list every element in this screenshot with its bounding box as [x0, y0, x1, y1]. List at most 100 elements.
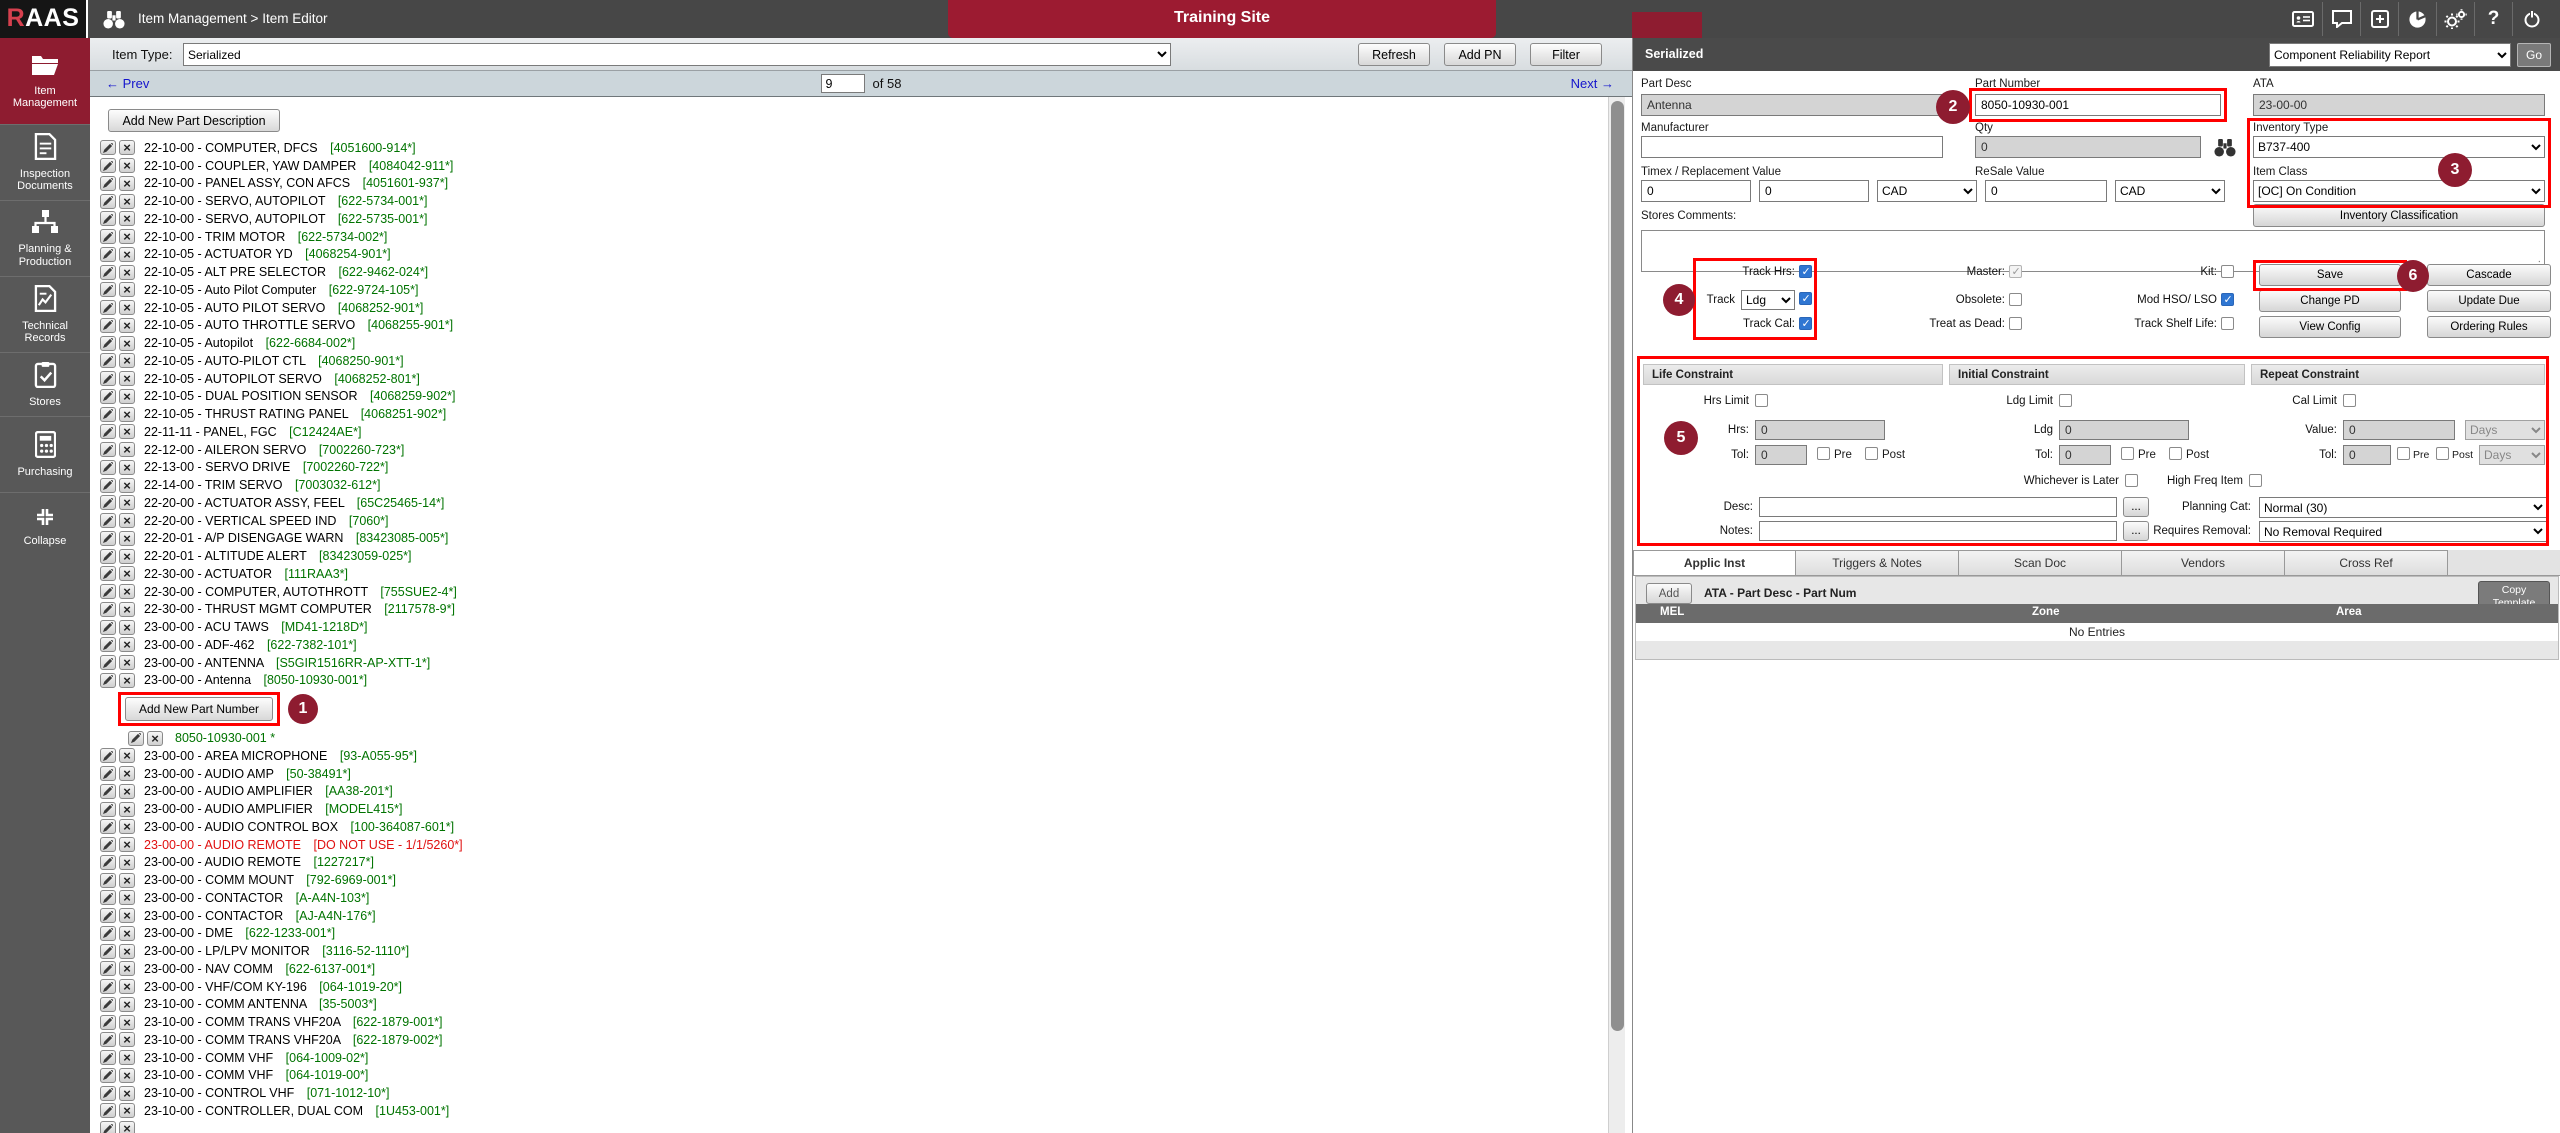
- edit-icon[interactable]: [100, 229, 116, 244]
- desc-field[interactable]: [1759, 497, 2117, 517]
- ldg-post-checkbox[interactable]: [2169, 447, 2182, 460]
- desc-browse-button[interactable]: ...: [2123, 497, 2149, 517]
- edit-icon[interactable]: [100, 336, 116, 351]
- part-desc[interactable]: 23-00-00 - AREA MICROPHONE [93-A055-95*]: [144, 749, 417, 763]
- inventory-classification-button[interactable]: Inventory Classification: [2253, 204, 2545, 227]
- part-desc[interactable]: 23-10-00 - CONTROL VHF [071-1012-10*]: [144, 1086, 389, 1100]
- delete-icon[interactable]: ×: [119, 158, 135, 173]
- delete-icon[interactable]: ×: [119, 318, 135, 333]
- tab-vendors[interactable]: Vendors: [2122, 550, 2285, 575]
- delete-icon[interactable]: ×: [119, 748, 135, 763]
- ldg-pre-checkbox[interactable]: [2121, 447, 2134, 460]
- delete-icon[interactable]: ×: [119, 997, 135, 1012]
- edit-icon[interactable]: [100, 784, 116, 799]
- notes-field[interactable]: [1759, 521, 2117, 541]
- edit-icon[interactable]: [100, 873, 116, 888]
- notes-browse-button[interactable]: ...: [2123, 521, 2149, 541]
- filter-button[interactable]: Filter: [1530, 43, 1602, 66]
- part-desc[interactable]: 23-00-00 - Antenna [8050-10930-001*]: [144, 673, 367, 687]
- part-desc[interactable]: 22-10-05 - AUTOPILOT SERVO [4068252-801*…: [144, 372, 420, 386]
- part-desc[interactable]: 23-00-00 - AUDIO AMPLIFIER [AA38-201*]: [144, 784, 393, 798]
- edit-icon[interactable]: [100, 353, 116, 368]
- cascade-button[interactable]: Cascade: [2427, 264, 2551, 286]
- cal-post-checkbox[interactable]: [2436, 447, 2449, 460]
- part-desc[interactable]: 23-00-00 - ACU TAWS [MD41-1218D*]: [144, 620, 367, 634]
- edit-icon[interactable]: [100, 855, 116, 870]
- edit-icon[interactable]: [100, 531, 116, 546]
- part-desc[interactable]: 23-00-00 - ADF-462 [622-7382-101*]: [144, 638, 357, 652]
- stock-search-binoculars-icon[interactable]: [2213, 138, 2237, 160]
- next-link[interactable]: Next →: [1571, 71, 1614, 96]
- edit-icon[interactable]: [100, 1103, 116, 1118]
- part-desc[interactable]: 22-10-05 - AUTO-PILOT CTL [4068250-901*]: [144, 354, 404, 368]
- add-new-part-number-button[interactable]: Add New Part Number: [125, 697, 273, 721]
- delete-icon[interactable]: ×: [119, 247, 135, 262]
- delete-icon[interactable]: ×: [119, 1050, 135, 1065]
- update-due-button[interactable]: Update Due: [2427, 290, 2551, 312]
- edit-icon[interactable]: [100, 802, 116, 817]
- delete-icon[interactable]: ×: [119, 1015, 135, 1030]
- add-pn-button[interactable]: Add PN: [1444, 43, 1516, 66]
- part-desc[interactable]: 22-20-01 - A/P DISENGAGE WARN [83423085-…: [144, 531, 448, 545]
- part-desc[interactable]: 22-10-05 - AUTO THROTTLE SERVO [4068255-…: [144, 318, 453, 332]
- view-config-button[interactable]: View Config: [2259, 316, 2401, 338]
- part-desc[interactable]: 22-10-05 - ALT PRE SELECTOR [622-9462-02…: [144, 265, 428, 279]
- delete-icon[interactable]: ×: [119, 602, 135, 617]
- edit-icon[interactable]: [100, 460, 116, 475]
- part-desc[interactable]: 22-10-00 - COMPUTER, DFCS [4051600-914*]: [144, 141, 416, 155]
- part-desc[interactable]: 22-10-05 - ACTUATOR YD [4068254-901*]: [144, 247, 391, 261]
- delete-icon[interactable]: ×: [119, 495, 135, 510]
- delete-icon[interactable]: ×: [119, 1121, 135, 1133]
- planning-cat-select[interactable]: Normal (30): [2259, 497, 2547, 518]
- part-desc[interactable]: 22-12-00 - AILERON SERVO [7002260-723*]: [144, 443, 404, 457]
- edit-icon[interactable]: [100, 318, 116, 333]
- edit-icon[interactable]: [100, 637, 116, 652]
- sidebar-item-purchasing[interactable]: Purchasing: [0, 416, 90, 492]
- part-desc[interactable]: 22-14-00 - TRIM SERVO [7003032-612*]: [144, 478, 380, 492]
- edit-icon[interactable]: [100, 424, 116, 439]
- delete-icon[interactable]: ×: [119, 819, 135, 834]
- sidebar-item-technical-records[interactable]: Technical Records: [0, 276, 90, 352]
- delete-icon[interactable]: ×: [119, 300, 135, 315]
- id-card-icon[interactable]: [2284, 2, 2322, 36]
- part-desc[interactable]: 22-20-01 - ALTITUDE ALERT [83423059-025*…: [144, 549, 412, 563]
- edit-icon[interactable]: [100, 620, 116, 635]
- part-desc[interactable]: 23-00-00 - AUDIO CONTROL BOX [100-364087…: [144, 820, 454, 834]
- delete-icon[interactable]: ×: [119, 282, 135, 297]
- delete-icon[interactable]: ×: [119, 460, 135, 475]
- part-desc[interactable]: 22-10-05 - Autopilot [622-6684-002*]: [144, 336, 355, 350]
- inventory-type-select[interactable]: B737-400: [2253, 136, 2545, 158]
- edit-icon[interactable]: [100, 961, 116, 976]
- timex-field-1[interactable]: [1641, 180, 1751, 202]
- part-desc[interactable]: 23-10-00 - COMM ANTENNA [35-5003*]: [144, 997, 377, 1011]
- part-desc[interactable]: 22-10-00 - COUPLER, YAW DAMPER [4084042-…: [144, 159, 453, 173]
- part-desc[interactable]: 22-10-05 - Auto Pilot Computer [622-9724…: [144, 283, 418, 297]
- edit-icon[interactable]: [100, 1086, 116, 1101]
- edit-icon[interactable]: [100, 1121, 116, 1133]
- delete-icon[interactable]: ×: [119, 176, 135, 191]
- delete-icon[interactable]: ×: [119, 784, 135, 799]
- part-number-field[interactable]: [1975, 94, 2221, 116]
- edit-icon[interactable]: [100, 176, 116, 191]
- part-desc[interactable]: 23-00-00 - AUDIO REMOTE [1227217*]: [144, 855, 374, 869]
- delete-icon[interactable]: ×: [119, 371, 135, 386]
- high-freq-item-checkbox[interactable]: [2249, 474, 2262, 487]
- report-select[interactable]: Component Reliability Report: [2269, 43, 2511, 67]
- add-window-icon[interactable]: [2360, 2, 2398, 36]
- treat-as-dead-checkbox[interactable]: [2009, 317, 2022, 330]
- part-desc[interactable]: 23-10-00 - COMM VHF [064-1009-02*]: [144, 1051, 368, 1065]
- delete-icon[interactable]: ×: [119, 389, 135, 404]
- delete-icon[interactable]: ×: [119, 637, 135, 652]
- requires-removal-select[interactable]: No Removal Required: [2259, 521, 2547, 542]
- whichever-is-later-checkbox[interactable]: [2125, 474, 2138, 487]
- track-ldg-checkbox[interactable]: [1799, 292, 1812, 305]
- delete-icon[interactable]: ×: [119, 424, 135, 439]
- edit-icon[interactable]: [100, 655, 116, 670]
- part-desc[interactable]: 23-00-00 - CONTACTOR [A-A4N-103*]: [144, 891, 369, 905]
- list-scrollbar[interactable]: [1608, 97, 1625, 1133]
- delete-icon[interactable]: ×: [119, 1103, 135, 1118]
- sidebar-item-inspection-documents[interactable]: Inspection Documents: [0, 124, 90, 200]
- edit-icon[interactable]: [128, 731, 144, 746]
- delete-icon[interactable]: ×: [119, 442, 135, 457]
- part-desc[interactable]: 22-10-00 - PANEL ASSY, CON AFCS [4051601…: [144, 176, 448, 190]
